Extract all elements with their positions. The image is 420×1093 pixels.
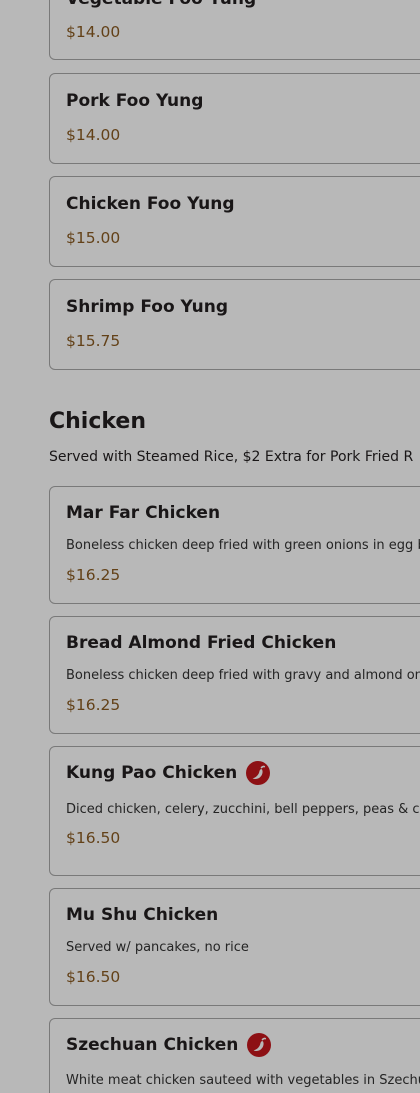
modal-backdrop[interactable] xyxy=(0,0,420,1093)
